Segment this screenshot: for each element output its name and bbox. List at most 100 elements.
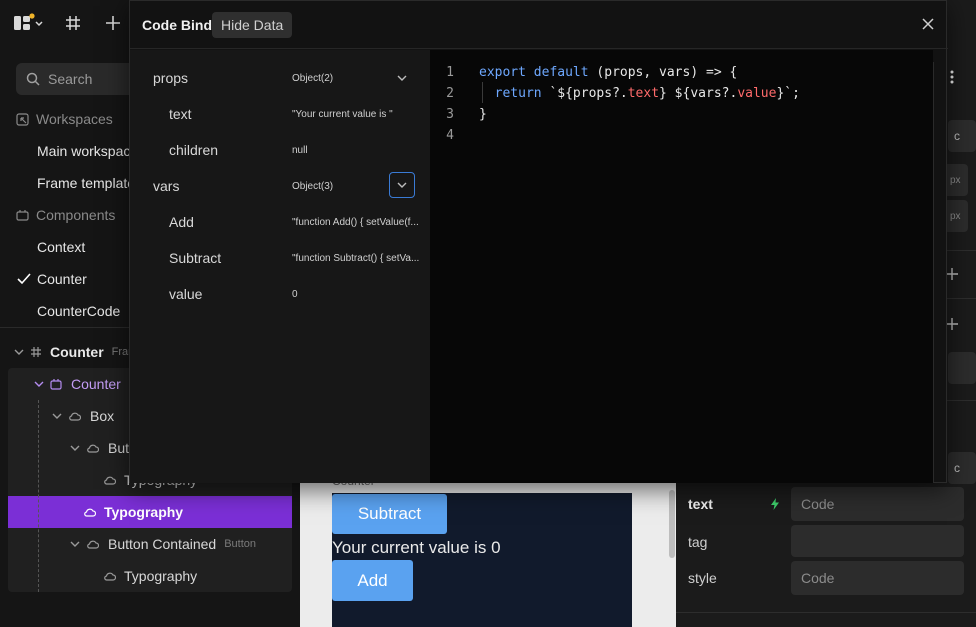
add-icon[interactable]	[104, 14, 122, 32]
cloud-icon	[87, 540, 99, 549]
tree-node-label: Counter	[71, 376, 121, 392]
sidebar-item-counter[interactable]: Counter	[0, 263, 140, 295]
tree-node-typography-2[interactable]: Typography	[8, 560, 292, 592]
style-code-field[interactable]: Code	[791, 561, 964, 595]
data-key: value	[169, 286, 203, 302]
search-icon	[26, 72, 40, 86]
data-value: "function Subtract() { setVa...	[292, 252, 420, 264]
check-icon	[17, 273, 31, 285]
code-text: return `${props?.text} ${vars?.value}`;	[494, 86, 800, 101]
component-icon	[50, 379, 62, 390]
tree-node-button-contained-2[interactable]: Button Contained Button	[8, 528, 292, 560]
data-row-text[interactable]: text "Your current value is "	[130, 96, 430, 132]
data-panel: props Object(2) text "Your current value…	[130, 50, 430, 483]
sidebar-item-label: CounterCode	[37, 303, 121, 319]
sidebar-section-workspaces[interactable]: Workspaces	[0, 103, 140, 135]
cloud-icon	[84, 508, 96, 517]
components-icon	[16, 209, 29, 221]
data-key: props	[153, 70, 189, 86]
code-line[interactable]: 4	[430, 125, 933, 146]
prop-label-style: style	[688, 570, 717, 586]
data-key: children	[169, 142, 219, 158]
select-field[interactable]: c	[948, 120, 976, 152]
chevron-down-icon	[14, 349, 24, 355]
workspaces-icon	[16, 112, 29, 126]
tree-node-label: Typography	[124, 568, 198, 584]
text-code-field[interactable]: Code	[791, 487, 964, 521]
value-text[interactable]: Your current value is 0	[332, 538, 501, 558]
chevron-down-icon	[34, 381, 44, 387]
chevron-down-icon	[70, 541, 80, 547]
sidebar-item-countercode[interactable]: CounterCode	[0, 295, 140, 327]
search-placeholder: Search	[48, 71, 93, 87]
editor-scroll-track[interactable]	[933, 62, 934, 482]
field[interactable]	[948, 352, 976, 384]
sidebar-item-label: Context	[37, 239, 86, 255]
data-value: "function Add() { setValue(f...	[292, 216, 419, 228]
tree-guide-line	[38, 400, 39, 592]
data-row-props[interactable]: props Object(2)	[130, 60, 430, 96]
code-text: }	[479, 107, 487, 122]
frame-icon[interactable]	[64, 14, 82, 32]
unit-label: px	[950, 174, 961, 186]
code-line[interactable]: 1 export default (props, vars) => {	[430, 62, 933, 83]
code-line[interactable]: 2 return `${props?.text} ${vars?.value}`…	[430, 83, 933, 104]
chevron-down-icon	[70, 445, 80, 451]
sidebar-item-label: Frame templates	[37, 175, 143, 191]
tree-node-label: Box	[90, 408, 115, 424]
chevron-down-icon	[52, 413, 62, 419]
data-value: "Your current value is "	[292, 108, 393, 120]
code-text: export default (props, vars) => {	[479, 65, 738, 80]
cloud-icon	[87, 444, 99, 453]
divider	[676, 612, 976, 613]
data-row-subtract[interactable]: Subtract "function Subtract() { setVa...	[130, 240, 430, 276]
code-line[interactable]: 3 }	[430, 104, 933, 125]
sidebar-item-context[interactable]: Context	[0, 231, 140, 263]
sidebar-item-label: Components	[36, 207, 116, 223]
chevron-down-icon[interactable]	[394, 70, 410, 86]
canvas-scrollbar[interactable]	[669, 490, 675, 558]
sidebar-item-main-workspace[interactable]: Main workspace	[0, 135, 140, 167]
data-row-add[interactable]: Add "function Add() { setValue(f...	[130, 204, 430, 240]
subtract-button[interactable]: Subtract	[332, 494, 447, 534]
data-key: vars	[153, 178, 180, 194]
tree-node-sub: Button	[224, 538, 257, 550]
select-field[interactable]: c	[948, 452, 976, 484]
data-row-vars[interactable]: vars Object(3)	[130, 168, 430, 204]
chevron-down-icon	[397, 182, 407, 188]
line-number: 2	[446, 86, 454, 101]
sidebar-item-label: Main workspace	[37, 143, 139, 159]
close-icon[interactable]	[918, 14, 938, 34]
hide-data-button[interactable]: Hide Data	[212, 12, 293, 38]
data-row-children[interactable]: children null	[130, 132, 430, 168]
vars-expand-button[interactable]	[389, 172, 415, 198]
data-value: Object(2)	[292, 72, 334, 84]
cloud-icon	[104, 572, 116, 581]
app-menu-icon[interactable]	[12, 12, 46, 34]
sidebar-item-frame-templates[interactable]: Frame templates	[0, 167, 143, 199]
tag-field[interactable]	[791, 525, 964, 557]
search-input[interactable]: Search	[16, 63, 146, 95]
prop-label-text: text	[688, 496, 713, 512]
code-bind-modal: Code Bind Hide Data props Object(2) text…	[129, 0, 948, 483]
field-value: Code	[801, 570, 835, 586]
data-value: Object(3)	[292, 180, 334, 192]
data-value: 0	[292, 288, 298, 300]
prop-label-tag: tag	[688, 534, 708, 550]
tree-node-typography-selected[interactable]: Typography	[8, 496, 292, 528]
line-number: 3	[446, 107, 454, 122]
tree-node-label: Button Contained	[108, 536, 217, 552]
more-icon[interactable]	[946, 68, 958, 86]
data-key: Add	[169, 214, 194, 230]
unit-label: px	[950, 210, 961, 222]
data-row-value[interactable]: value 0	[130, 276, 430, 312]
modal-header: Code Bind Hide Data	[130, 1, 948, 49]
field-value: Code	[801, 496, 835, 512]
add-button[interactable]: Add	[332, 560, 413, 601]
sidebar-section-components[interactable]: Components	[0, 199, 140, 231]
code-editor[interactable]: 1 export default (props, vars) => { 2 re…	[430, 50, 933, 483]
lightning-icon[interactable]	[770, 497, 780, 511]
modal-title: Code Bind	[142, 17, 212, 33]
data-key: Subtract	[169, 250, 222, 266]
sidebar-item-label: Counter	[37, 271, 87, 287]
